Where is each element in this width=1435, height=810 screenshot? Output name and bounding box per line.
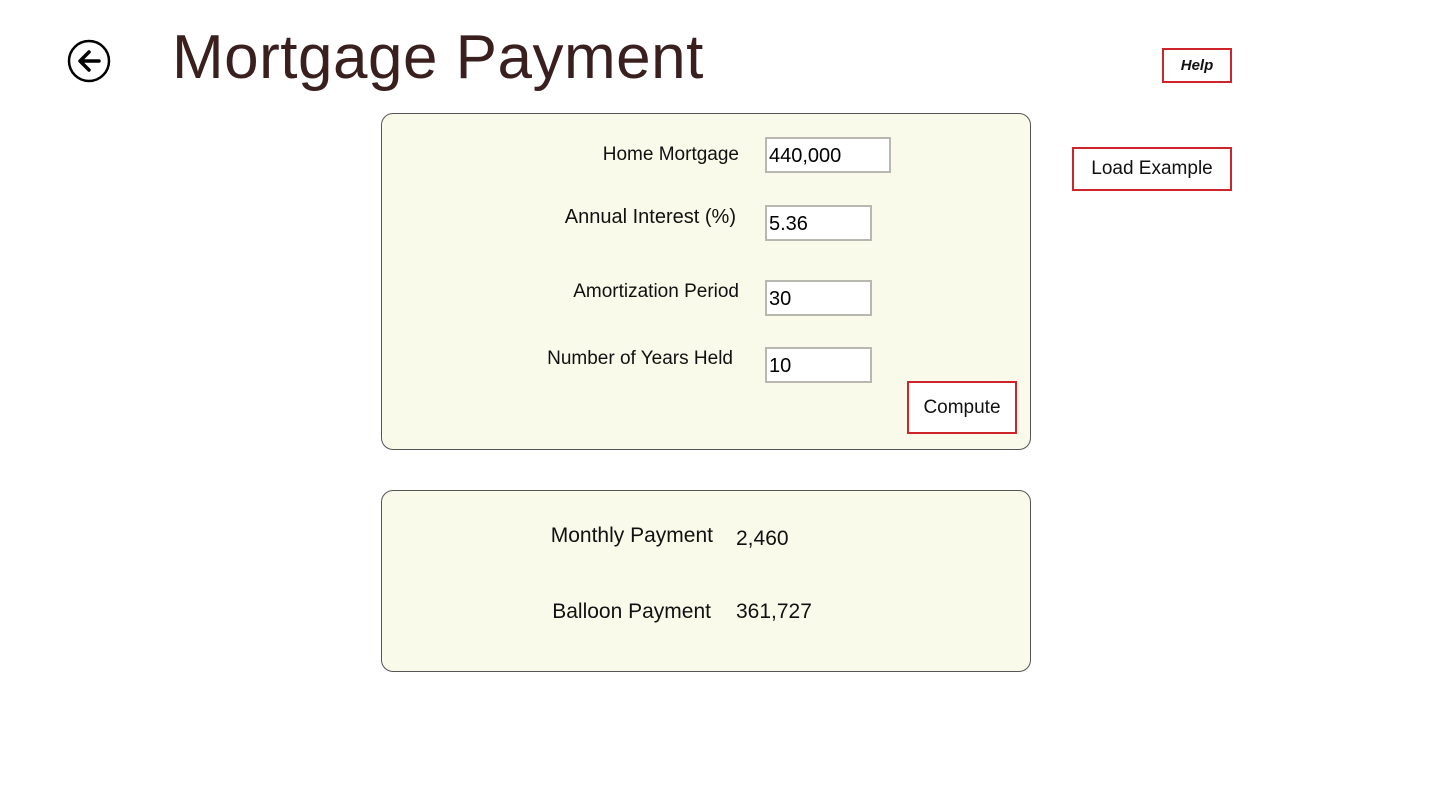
amortization-period-input[interactable] <box>765 280 872 316</box>
annual-interest-input[interactable] <box>765 205 872 241</box>
years-held-label: Number of Years Held <box>547 348 733 369</box>
compute-button[interactable]: Compute <box>907 381 1017 434</box>
load-example-button[interactable]: Load Example <box>1072 147 1232 191</box>
results-panel: Monthly Payment 2,460 Balloon Payment 36… <box>381 490 1031 672</box>
mortgage-payment-page: Mortgage Payment Help Load Example Home … <box>0 0 1435 810</box>
monthly-payment-value: 2,460 <box>736 527 789 550</box>
balloon-payment-value: 361,727 <box>736 600 812 623</box>
back-arrow-icon <box>67 39 111 83</box>
home-mortgage-input[interactable] <box>765 137 891 173</box>
back-button[interactable] <box>67 39 111 83</box>
monthly-payment-label: Monthly Payment <box>550 524 713 547</box>
years-held-input[interactable] <box>765 347 872 383</box>
balloon-payment-label: Balloon Payment <box>552 600 711 623</box>
help-button[interactable]: Help <box>1162 48 1232 83</box>
amortization-period-label: Amortization Period <box>573 281 739 302</box>
annual-interest-label: Annual Interest (%) <box>564 206 736 228</box>
page-title: Mortgage Payment <box>172 23 704 92</box>
home-mortgage-label: Home Mortgage <box>602 144 739 165</box>
